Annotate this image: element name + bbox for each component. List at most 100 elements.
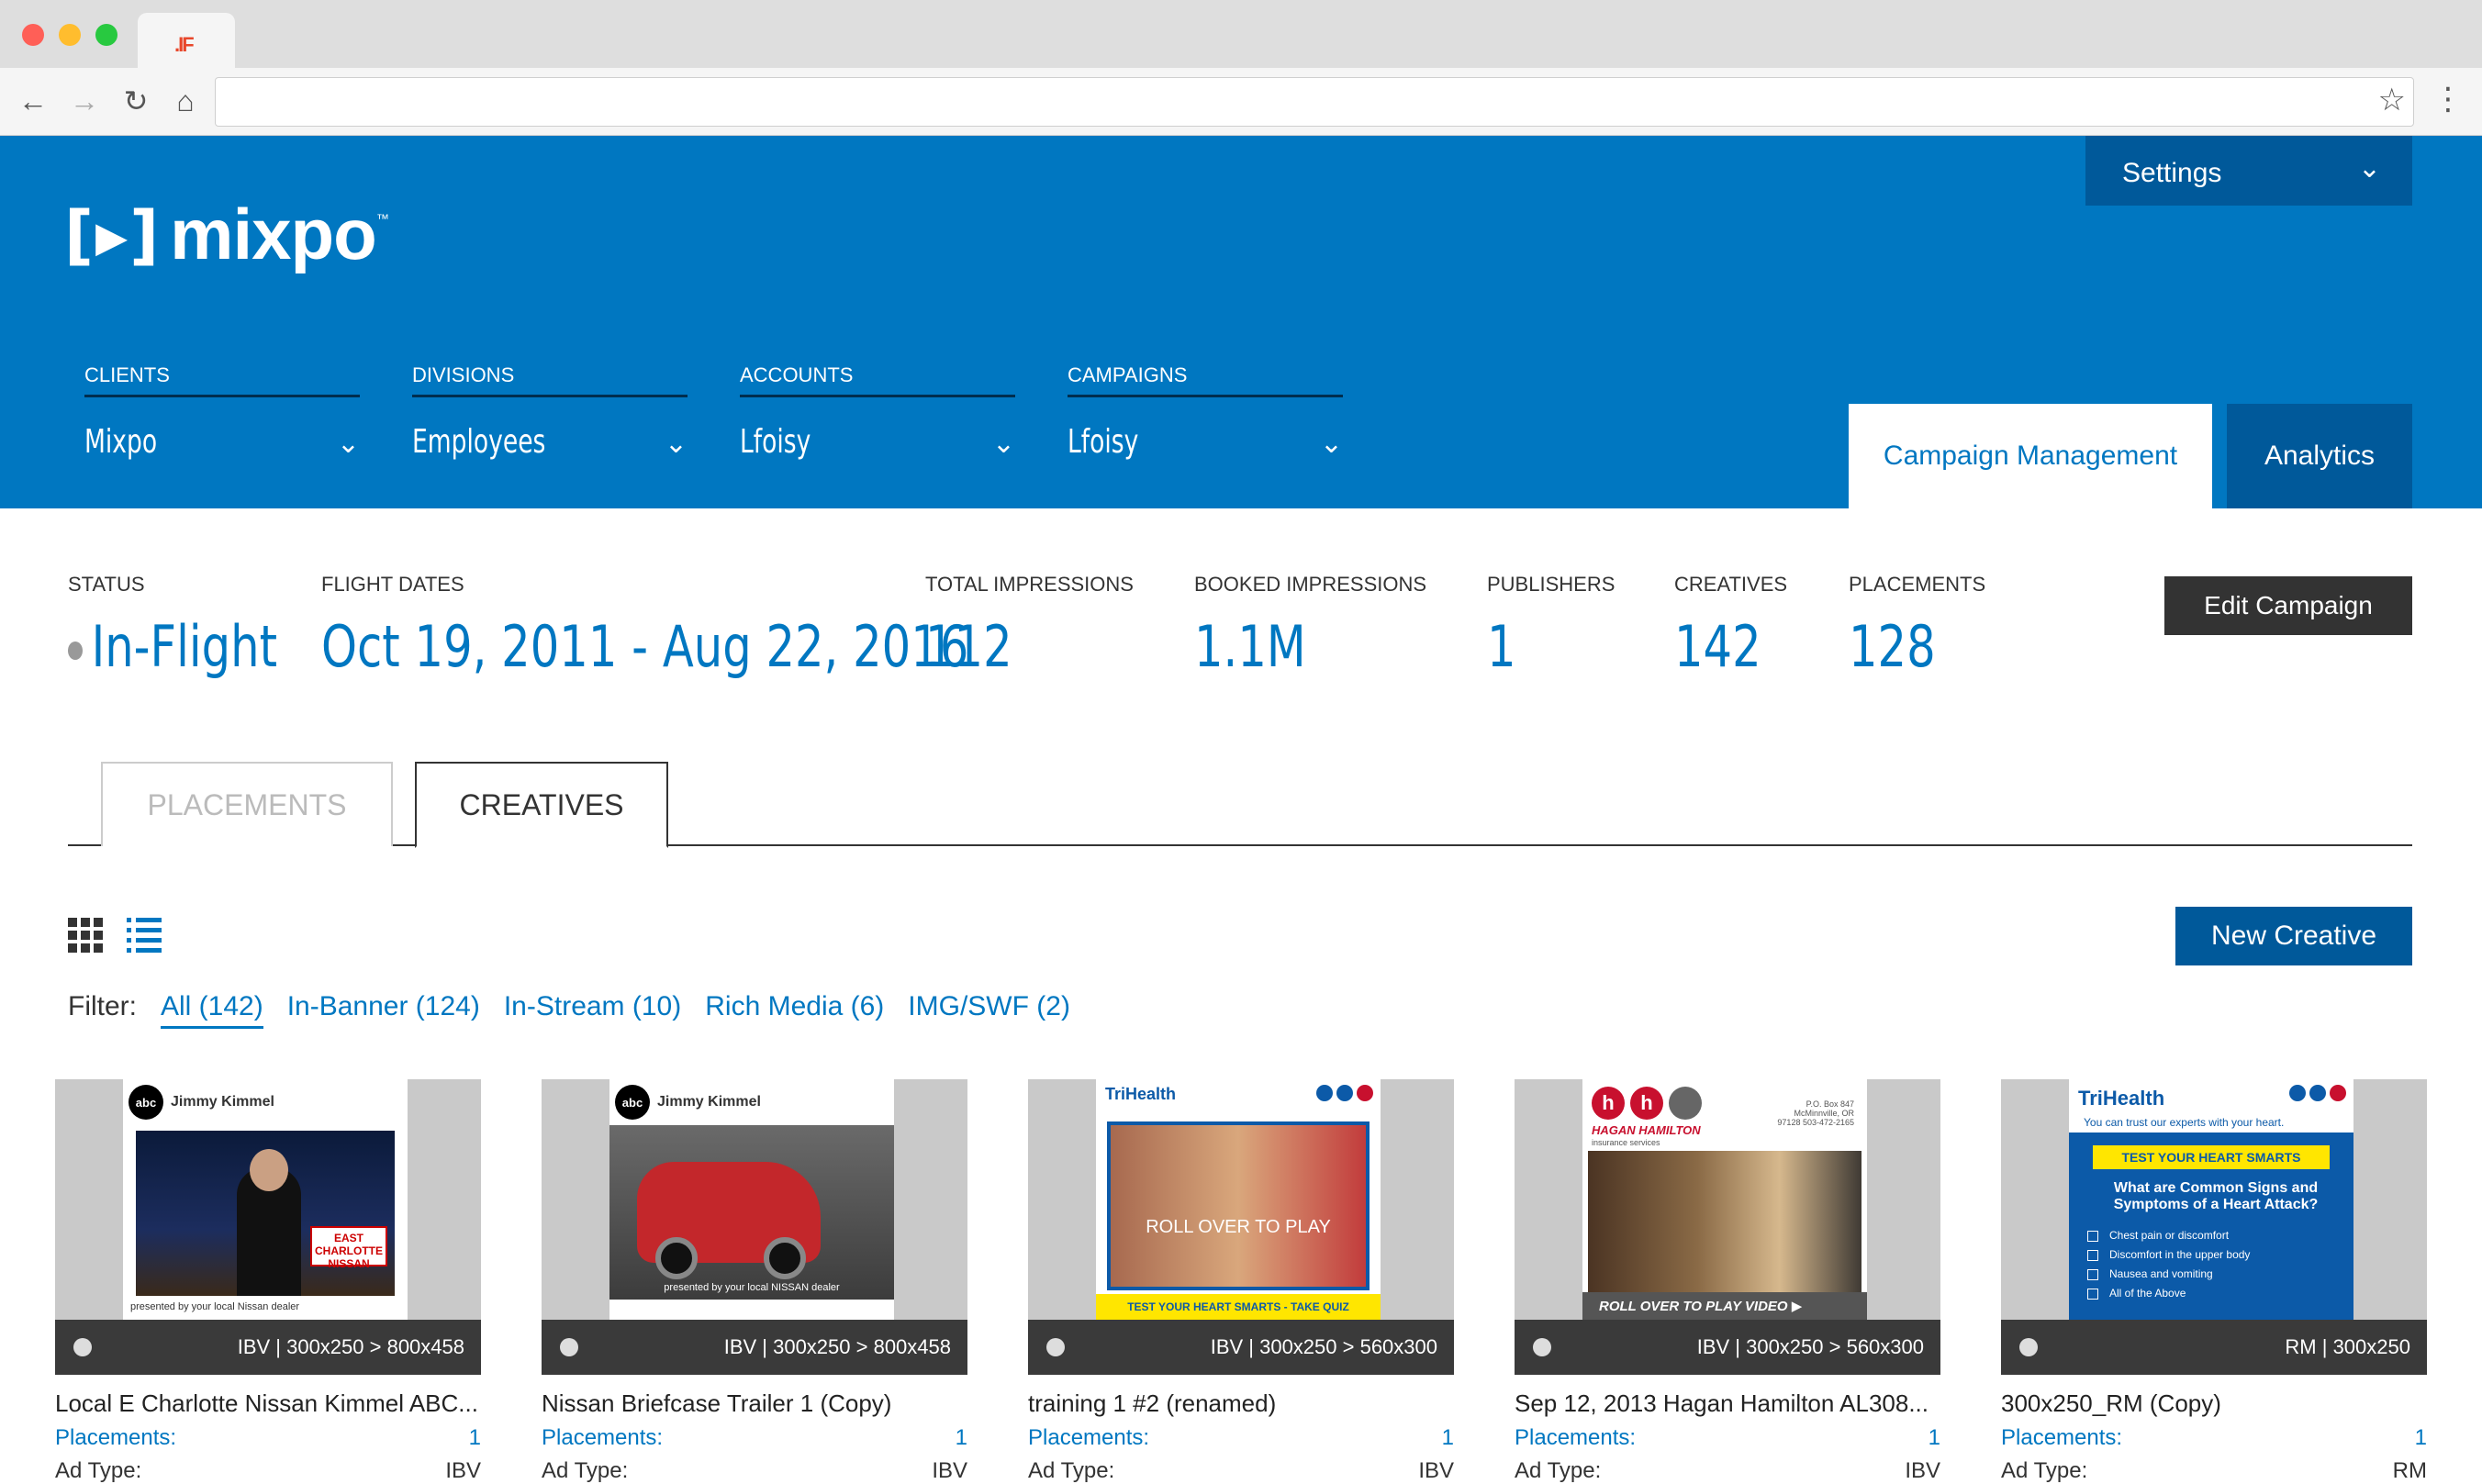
creative-thumbnail[interactable]: TriHealth ROLL OVER TO PLAY TEST YOUR HE… <box>1028 1079 1454 1375</box>
divisions-label: DIVISIONS <box>412 363 688 397</box>
ad-pill: TEST YOUR HEART SMARTS <box>2093 1145 2330 1169</box>
thumbnail-info-bar: IBV | 300x250 > 800x458 <box>55 1320 481 1375</box>
creative-card[interactable]: TriHealth ROLL OVER TO PLAY TEST YOUR HE… <box>1028 1079 1454 1484</box>
placements-count[interactable]: 1 <box>2415 1425 2427 1451</box>
campaigns-selector[interactable]: CAMPAIGNS Lfoisy ⌄ <box>1068 363 1343 461</box>
creative-card[interactable]: hh HAGAN HAMILTON P.O. Box 847 McMinnvil… <box>1515 1079 1940 1484</box>
creative-meta: IBV | 300x250 > 560x300 <box>1696 1335 1924 1358</box>
settings-dropdown[interactable]: Settings ⌄ <box>2085 136 2412 206</box>
placements-count[interactable]: 1 <box>1929 1425 1940 1451</box>
filter-rich-media[interactable]: Rich Media (6) <box>705 991 884 1022</box>
creative-thumbnail[interactable]: abc Jimmy Kimmel presented by your local … <box>542 1079 967 1375</box>
creative-card[interactable]: TriHealth You can trust our experts with… <box>2001 1079 2427 1484</box>
creative-title[interactable]: training 1 #2 (renamed) <box>1028 1389 1454 1418</box>
divisions-value: Employees <box>412 423 546 461</box>
reload-icon[interactable]: ↻ <box>116 81 156 121</box>
thumbnail-info-bar: IBV | 300x250 > 560x300 <box>1028 1320 1454 1375</box>
ad-footer: TEST YOUR HEART SMARTS - TAKE QUIZ <box>1096 1294 1381 1320</box>
mixpo-logo[interactable]: [▸] mixpo ™ <box>64 193 389 276</box>
filter-in-stream[interactable]: In-Stream (10) <box>504 991 681 1022</box>
chevron-down-icon: ⌄ <box>664 429 688 459</box>
thumbnail-info-bar: IBV | 300x250 > 560x300 <box>1515 1320 1940 1375</box>
ad-brand: Jimmy Kimmel <box>657 1094 761 1110</box>
grid-view-icon[interactable] <box>68 918 103 953</box>
close-window-button[interactable] <box>22 24 44 46</box>
creative-thumbnail[interactable]: hh HAGAN HAMILTON P.O. Box 847 McMinnvil… <box>1515 1079 1940 1375</box>
creative-meta: IBV | 300x250 > 800x458 <box>723 1335 951 1358</box>
creative-title[interactable]: 300x250_RM (Copy) <box>2001 1389 2427 1418</box>
creative-card[interactable]: abc Jimmy Kimmel EAST CHARLOTTE NISSAN pre… <box>55 1079 481 1484</box>
tab-creatives[interactable]: CREATIVES <box>415 762 668 848</box>
adtype-row: Ad Type: IBV <box>542 1458 967 1483</box>
social-icons <box>1316 1085 1373 1101</box>
ad-options: Chest pain or discomfort Discomfort in t… <box>2087 1226 2250 1303</box>
accounts-selector[interactable]: ACCOUNTS Lfoisy ⌄ <box>740 363 1015 461</box>
new-creative-button[interactable]: New Creative <box>2175 907 2412 965</box>
clients-selector[interactable]: CLIENTS Mixpo ⌄ <box>84 363 360 461</box>
browser-tab[interactable]: .IF <box>138 13 235 70</box>
creative-meta: IBV | 300x250 > 560x300 <box>1210 1335 1437 1358</box>
address-bar[interactable]: ☆ <box>215 77 2414 127</box>
hagan-logo-icons: hh <box>1592 1087 1702 1120</box>
stat-total-impressions: TOTAL IMPRESSIONS 112 <box>925 573 1134 680</box>
stat-value: In-Flight <box>91 613 278 680</box>
tab-campaign-management[interactable]: Campaign Management <box>1849 404 2212 508</box>
browser-menu-icon[interactable]: ⋮ <box>2432 81 2464 117</box>
favicon-icon: .IF <box>174 33 195 56</box>
list-view-icon[interactable] <box>127 918 162 953</box>
minimize-window-button[interactable] <box>59 24 81 46</box>
placements-row: Placements: 1 <box>2001 1425 2427 1451</box>
tab-placements[interactable]: PLACEMENTS <box>101 762 393 846</box>
chevron-down-icon: ⌄ <box>991 429 1015 459</box>
placements-row: Placements: 1 <box>1028 1425 1454 1451</box>
divisions-selector[interactable]: DIVISIONS Employees ⌄ <box>412 363 688 461</box>
stat-label: CREATIVES <box>1674 573 1788 596</box>
bookmark-star-icon[interactable]: ☆ <box>2378 82 2406 118</box>
maximize-window-button[interactable] <box>95 24 117 46</box>
creative-title[interactable]: Local E Charlotte Nissan Kimmel ABC... <box>55 1389 481 1418</box>
creative-meta: IBV | 300x250 > 800x458 <box>237 1335 464 1358</box>
abc-logo-icon: abc <box>129 1085 163 1120</box>
stat-publishers: PUBLISHERS 1 <box>1487 573 1615 680</box>
status-dot-icon <box>73 1338 92 1356</box>
status-dot-icon <box>68 641 83 660</box>
creative-title[interactable]: Nissan Briefcase Trailer 1 (Copy) <box>542 1389 967 1418</box>
social-icons <box>2289 1085 2346 1101</box>
edit-campaign-button[interactable]: Edit Campaign <box>2164 576 2412 635</box>
back-arrow-icon[interactable]: ← <box>13 81 53 121</box>
trihealth-logo: TriHealth <box>1105 1085 1177 1103</box>
filter-img-swf[interactable]: IMG/SWF (2) <box>908 991 1070 1022</box>
placements-count[interactable]: 1 <box>1442 1425 1454 1451</box>
home-icon[interactable]: ⌂ <box>165 81 206 121</box>
stat-placements: PLACEMENTS 128 <box>1849 573 1985 680</box>
creative-card[interactable]: abc Jimmy Kimmel presented by your local … <box>542 1079 967 1484</box>
ad-subtitle: insurance services <box>1592 1138 1660 1147</box>
adtype-row: Ad Type: IBV <box>1515 1458 1940 1483</box>
ad-brand: HAGAN HAMILTON <box>1592 1123 1701 1137</box>
placements-count[interactable]: 1 <box>469 1425 481 1451</box>
stat-value: 112 <box>925 613 1012 680</box>
status-dot-icon <box>1046 1338 1065 1356</box>
logo-mark-icon: [▸] <box>64 196 162 273</box>
placements-count[interactable]: 1 <box>956 1425 967 1451</box>
ad-tagline: You can trust our experts with your hear… <box>2084 1116 2285 1129</box>
placements-row: Placements: 1 <box>1515 1425 1940 1451</box>
filter-all[interactable]: All (142) <box>161 991 263 1029</box>
stat-label: PLACEMENTS <box>1849 573 1986 596</box>
stat-creatives: CREATIVES 142 <box>1674 573 1787 680</box>
creative-thumbnail[interactable]: abc Jimmy Kimmel EAST CHARLOTTE NISSAN pre… <box>55 1079 481 1375</box>
adtype-row: Ad Type: IBV <box>1028 1458 1454 1483</box>
thumbnail-info-bar: RM | 300x250 <box>2001 1320 2427 1375</box>
accounts-value: Lfoisy <box>740 423 811 461</box>
ad-cta: ROLL OVER TO PLAY <box>1146 1217 1331 1237</box>
campaigns-value: Lfoisy <box>1068 423 1139 461</box>
creative-title[interactable]: Sep 12, 2013 Hagan Hamilton AL308... <box>1515 1389 1940 1418</box>
chevron-down-icon: ⌄ <box>336 429 360 459</box>
stat-label: TOTAL IMPRESSIONS <box>925 573 1134 596</box>
filter-in-banner[interactable]: In-Banner (124) <box>287 991 480 1022</box>
forward-arrow-icon[interactable]: → <box>64 81 105 121</box>
tab-analytics[interactable]: Analytics <box>2227 404 2412 508</box>
filter-bar: Filter: All (142) In-Banner (124) In-Str… <box>68 991 1070 1029</box>
creative-thumbnail[interactable]: TriHealth You can trust our experts with… <box>2001 1079 2427 1375</box>
ad-preview-image: hh HAGAN HAMILTON P.O. Box 847 McMinnvil… <box>1582 1079 1867 1320</box>
